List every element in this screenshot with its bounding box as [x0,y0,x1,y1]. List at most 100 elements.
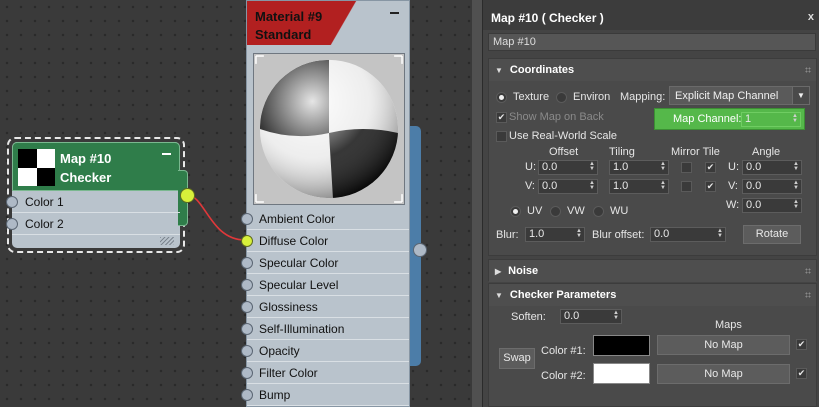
use-real-world-scale-checkbox[interactable] [496,131,507,142]
spinner-arrows-icon[interactable]: ▲ ▼ [613,310,619,322]
wu-radio[interactable] [593,206,604,217]
slot-diffuse-color[interactable]: Diffuse Color [241,230,409,252]
checker-node-title: Map #10 [60,151,112,166]
slot-specular-level[interactable]: Specular Level [241,274,409,296]
material-output-socket[interactable] [413,243,427,257]
material-node-header[interactable]: Material #9 Standard [247,1,409,45]
blur-spinner[interactable]: 1.0 ▲ ▼ [525,227,585,242]
spinner-arrows-icon[interactable]: ▲ ▼ [589,180,595,192]
v-angle-spinner[interactable]: 0.0 ▲ ▼ [742,179,802,194]
v-angle-value: 0.0 [746,180,762,192]
slot-self-illumination[interactable]: Self-Illumination [241,318,409,340]
panel-splitter[interactable] [472,0,482,407]
color1-map-button[interactable]: No Map [657,335,790,355]
input-socket[interactable] [241,257,253,269]
drag-handle-icon[interactable] [805,292,811,298]
swap-button[interactable]: Swap [499,348,535,369]
input-socket[interactable] [241,279,253,291]
mapping-value: Explicit Map Channel [675,90,779,102]
checker-output-socket[interactable] [180,188,195,203]
map-name-input[interactable]: Map #10 [488,33,816,51]
maps-label: Maps [715,319,742,331]
input-socket[interactable] [241,213,253,225]
u-offset-spinner[interactable]: 0.0 ▲ ▼ [538,160,598,175]
slot-specular-color[interactable]: Specular Color [241,252,409,274]
resize-grip-icon[interactable] [160,237,174,245]
spinner-arrows-icon[interactable]: ▲ ▼ [717,228,723,240]
input-socket[interactable] [241,367,253,379]
spinner-arrows-icon[interactable]: ▲ ▼ [660,161,666,173]
slot-filter-color[interactable]: Filter Color [241,362,409,384]
slot-glossiness[interactable]: Glossiness [241,296,409,318]
color2-label: Color #2: [541,370,586,382]
uv-label: UV [527,205,543,217]
slot-ambient-color[interactable]: Ambient Color [241,208,409,230]
map-channel-spinner[interactable]: 1 ▲ ▼ [741,112,801,127]
u-angle-value: 0.0 [746,161,762,173]
v-tile-checkbox[interactable]: ✔ [705,181,716,192]
material-node[interactable]: Material #9 Standard Ambient Color Diffu… [241,0,410,407]
spinner-arrows-icon[interactable]: ▲ ▼ [576,228,582,240]
show-map-on-back-checkbox[interactable]: ✔ [496,112,507,123]
map-channel-value: 1 [745,113,752,125]
checker-slot-color2[interactable]: Color 2 [6,213,180,235]
input-socket-connected[interactable] [241,235,253,247]
color2-swatch[interactable] [593,363,650,384]
spinner-arrows-icon[interactable]: ▲ ▼ [792,113,798,125]
v-offset-value: 0.0 [542,180,558,192]
checker-sphere-icon [254,54,404,204]
angle-header: Angle [752,146,781,158]
input-socket[interactable] [6,196,18,208]
checker-parameters-rollout-header[interactable]: ▼ Checker Parameters [489,284,816,306]
input-socket[interactable] [241,345,253,357]
w-angle-spinner[interactable]: 0.0 ▲ ▼ [742,198,802,213]
uv-radio[interactable] [510,206,521,217]
close-icon[interactable]: x [808,11,814,23]
spinner-arrows-icon[interactable]: ▲ ▼ [660,180,666,192]
spinner-arrows-icon[interactable]: ▲ ▼ [793,199,799,211]
rotate-button[interactable]: Rotate [743,225,801,244]
spinner-arrows-icon[interactable]: ▲ ▼ [793,161,799,173]
noise-rollout-header[interactable]: ▶ Noise [489,260,816,282]
spinner-arrows-icon[interactable]: ▲ ▼ [793,180,799,192]
v-tiling-spinner[interactable]: 1.0 ▲ ▼ [609,179,669,194]
checker-node-header[interactable]: Map #10 Checker [12,142,180,191]
drag-handle-icon[interactable] [805,67,811,73]
mapping-dropdown[interactable]: Explicit Map Channel ▼ [669,86,810,105]
u-tile-checkbox[interactable]: ✔ [705,162,716,173]
v-offset-spinner[interactable]: 0.0 ▲ ▼ [538,179,598,194]
minimize-icon[interactable] [390,12,399,14]
input-socket[interactable] [241,323,253,335]
spinner-arrows-icon[interactable]: ▲ ▼ [589,161,595,173]
color2-map-checkbox[interactable]: ✔ [796,368,807,379]
soften-spinner[interactable]: 0.0 ▲ ▼ [560,309,622,324]
rollout-title: Coordinates [509,64,575,76]
vw-radio[interactable] [550,206,561,217]
u-angle-spinner[interactable]: 0.0 ▲ ▼ [742,160,802,175]
material-slot-list: Ambient Color Diffuse Color Specular Col… [241,208,409,406]
minimize-icon[interactable] [162,153,171,155]
input-socket[interactable] [6,218,18,230]
texture-radio[interactable] [496,92,507,103]
texture-label: Texture [513,91,550,103]
slot-opacity[interactable]: Opacity [241,340,409,362]
material-node-type: Standard [255,27,312,42]
input-socket[interactable] [241,301,253,313]
color1-swatch[interactable] [593,335,650,356]
color1-map-checkbox[interactable]: ✔ [796,339,807,350]
environ-radio[interactable] [556,92,567,103]
coordinates-rollout-header[interactable]: ▼ Coordinates [489,59,816,81]
color2-map-button[interactable]: No Map [657,364,790,384]
input-socket[interactable] [241,389,253,401]
u-mirror-checkbox[interactable] [681,162,692,173]
checker-map-node[interactable]: Map #10 Checker Color 1 Color 2 [6,137,188,253]
u-offset-value: 0.0 [542,161,558,173]
checker-slot-color1[interactable]: Color 1 [6,191,180,213]
blur-offset-spinner[interactable]: 0.0 ▲ ▼ [650,227,726,242]
v-mirror-checkbox[interactable] [681,181,692,192]
drag-handle-icon[interactable] [805,268,811,274]
slot-bump[interactable]: Bump [241,384,409,406]
u-angle-label: U: [728,161,739,173]
u-tiling-spinner[interactable]: 1.0 ▲ ▼ [609,160,669,175]
v-label: V: [525,180,535,192]
